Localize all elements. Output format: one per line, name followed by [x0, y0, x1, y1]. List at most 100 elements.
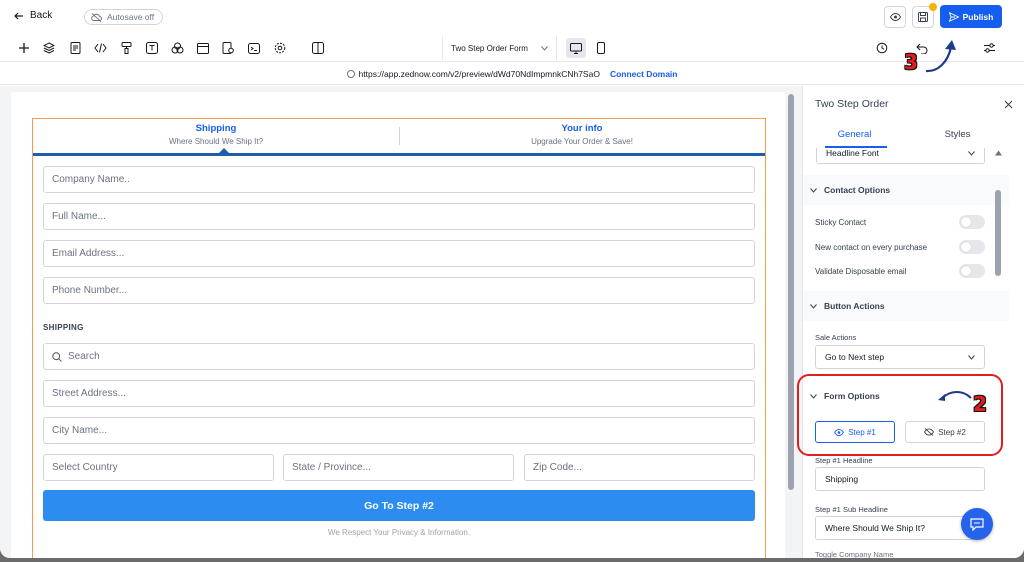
- step-header: Shipping Where Should We Ship It? Your i…: [33, 119, 765, 156]
- full-name-field[interactable]: Full Name...: [43, 203, 755, 230]
- contact-options-header[interactable]: Contact Options: [803, 175, 1009, 205]
- add-icon[interactable]: [17, 41, 31, 55]
- zip-field[interactable]: Zip Code...: [524, 454, 755, 481]
- panel-scrollbar[interactable]: [994, 150, 1002, 558]
- street-address-field[interactable]: Street Address...: [43, 380, 755, 407]
- shipping-section-label: SHIPPING: [43, 323, 84, 332]
- panel-body: Headline Font Contact Options Sticky Con…: [803, 148, 1009, 558]
- search-icon: [52, 351, 62, 362]
- phone-placeholder: Phone Number...: [52, 285, 128, 296]
- top-bar: Back Autosave off Publish: [0, 0, 1024, 34]
- state-placeholder: State / Province...: [292, 462, 371, 473]
- layers-icon[interactable]: [42, 41, 56, 55]
- back-label: Back: [30, 10, 53, 21]
- autosave-label: Autosave off: [107, 12, 155, 22]
- sale-actions-value: Go to Next step: [825, 352, 885, 362]
- autosave-toggle[interactable]: Autosave off: [84, 9, 164, 25]
- floppy-disk-icon: [918, 12, 928, 22]
- button-actions-header[interactable]: Button Actions: [803, 291, 1009, 321]
- step-2-tab[interactable]: Your info Upgrade Your Order & Save!: [399, 123, 765, 146]
- chevron-down-icon: [810, 303, 817, 309]
- editor-canvas: Shipping Where Should We Ship It? Your i…: [0, 86, 802, 558]
- step-1-subtitle: Where Should We Ship It?: [168, 137, 264, 146]
- page-icon[interactable]: [68, 41, 82, 55]
- step-2-subtitle: Upgrade Your Order & Save!: [531, 137, 633, 146]
- panel-scrollbar-thumb[interactable]: [995, 190, 1001, 276]
- step-1-headline-input[interactable]: Shipping: [815, 467, 985, 491]
- city-field[interactable]: City Name...: [43, 417, 755, 444]
- code-icon[interactable]: [93, 41, 107, 55]
- settings-icon[interactable]: [273, 41, 287, 55]
- chevron-down-icon: [810, 187, 817, 193]
- element-select-value: Two Step Order Form: [451, 43, 528, 53]
- search-placeholder: Search: [68, 351, 100, 362]
- mobile-view-button[interactable]: [591, 38, 611, 58]
- text-icon[interactable]: [145, 41, 159, 55]
- step-1-title: Shipping: [195, 123, 237, 134]
- step-1-subheadline-value: Where Should We Ship It?: [825, 523, 926, 533]
- preview-url[interactable]: https://app.zednow.com/v2/preview/dWd70N…: [359, 69, 600, 79]
- chat-support-button[interactable]: [961, 508, 993, 540]
- headline-font-select[interactable]: Headline Font: [816, 148, 985, 164]
- form-icon[interactable]: [221, 41, 235, 55]
- email-field[interactable]: Email Address...: [43, 240, 755, 267]
- step-1-tab[interactable]: Shipping Where Should We Ship It?: [33, 123, 399, 146]
- annotation-marker-3: 3: [904, 50, 918, 74]
- next-setting-label: Toggle Company Name: [815, 550, 894, 558]
- preview-button[interactable]: [884, 6, 906, 28]
- paint-roller-icon[interactable]: [119, 41, 133, 55]
- step-1-subheadline-label: Step #1 Sub Headline: [815, 505, 888, 514]
- back-button[interactable]: Back: [14, 10, 52, 21]
- close-icon[interactable]: [1004, 100, 1013, 109]
- annotation-arrow-2: [938, 391, 972, 401]
- go-to-step-2-label: Go To Step #2: [364, 499, 434, 512]
- step-1-subheadline-input[interactable]: Where Should We Ship It?: [815, 516, 985, 540]
- country-placeholder: Select Country: [52, 462, 118, 473]
- step-1-headline-value: Shipping: [825, 474, 859, 484]
- desktop-view-button[interactable]: [566, 38, 586, 58]
- publish-button[interactable]: Publish: [940, 5, 1002, 28]
- contact-options-label: Contact Options: [824, 185, 891, 195]
- element-select[interactable]: Two Step Order Form: [442, 36, 557, 60]
- headline-font-value: Headline Font: [826, 148, 879, 158]
- canvas-scrollbar-thumb[interactable]: [788, 94, 794, 490]
- company-name-field[interactable]: Company Name..: [43, 166, 755, 193]
- tab-styles[interactable]: Styles: [906, 122, 1009, 148]
- terminal-icon[interactable]: [247, 41, 261, 55]
- two-step-order-form[interactable]: Shipping Where Should We Ship It? Your i…: [32, 118, 766, 558]
- history-icon[interactable]: [875, 41, 889, 55]
- shapes-icon[interactable]: [170, 41, 184, 55]
- settings-panel: Two Step Order General Styles Headline F…: [802, 86, 1024, 558]
- sticky-contact-row: Sticky Contact: [815, 215, 985, 229]
- country-select[interactable]: Select Country: [43, 454, 274, 481]
- unsaved-indicator: [929, 3, 937, 11]
- scroll-up-arrow-icon[interactable]: [995, 150, 1002, 156]
- step-progress-bar: [33, 153, 765, 156]
- step-2-title: Your info: [561, 123, 603, 134]
- columns-icon[interactable]: [311, 41, 325, 55]
- connect-domain-link[interactable]: Connect Domain: [610, 69, 678, 79]
- canvas-scrollbar[interactable]: [788, 90, 794, 550]
- city-placeholder: City Name...: [52, 425, 108, 436]
- sale-actions-select[interactable]: Go to Next step: [815, 345, 985, 369]
- new-contact-toggle[interactable]: [959, 240, 985, 254]
- address-search-field[interactable]: Search: [43, 343, 755, 370]
- section-icon[interactable]: [196, 41, 210, 55]
- zip-placeholder: Zip Code...: [533, 462, 582, 473]
- annotation-arrow-3: [925, 40, 956, 73]
- validate-email-label: Validate Disposable email: [815, 266, 907, 276]
- annotation-marker-2: 2: [973, 392, 987, 416]
- arrow-left-icon: [14, 12, 23, 19]
- phone-field[interactable]: Phone Number...: [43, 277, 755, 304]
- sticky-contact-toggle[interactable]: [959, 215, 985, 229]
- tab-general[interactable]: General: [803, 122, 906, 148]
- sliders-icon[interactable]: [982, 41, 996, 55]
- state-field[interactable]: State / Province...: [283, 454, 514, 481]
- go-to-step-2-button[interactable]: Go To Step #2: [43, 490, 755, 521]
- panel-header: Two Step Order: [803, 86, 1024, 122]
- button-actions-label: Button Actions: [824, 301, 885, 311]
- monitor-icon: [570, 42, 582, 54]
- email-placeholder: Email Address...: [52, 248, 125, 259]
- panel-tabs: General Styles: [803, 122, 1009, 148]
- validate-email-toggle[interactable]: [959, 264, 985, 278]
